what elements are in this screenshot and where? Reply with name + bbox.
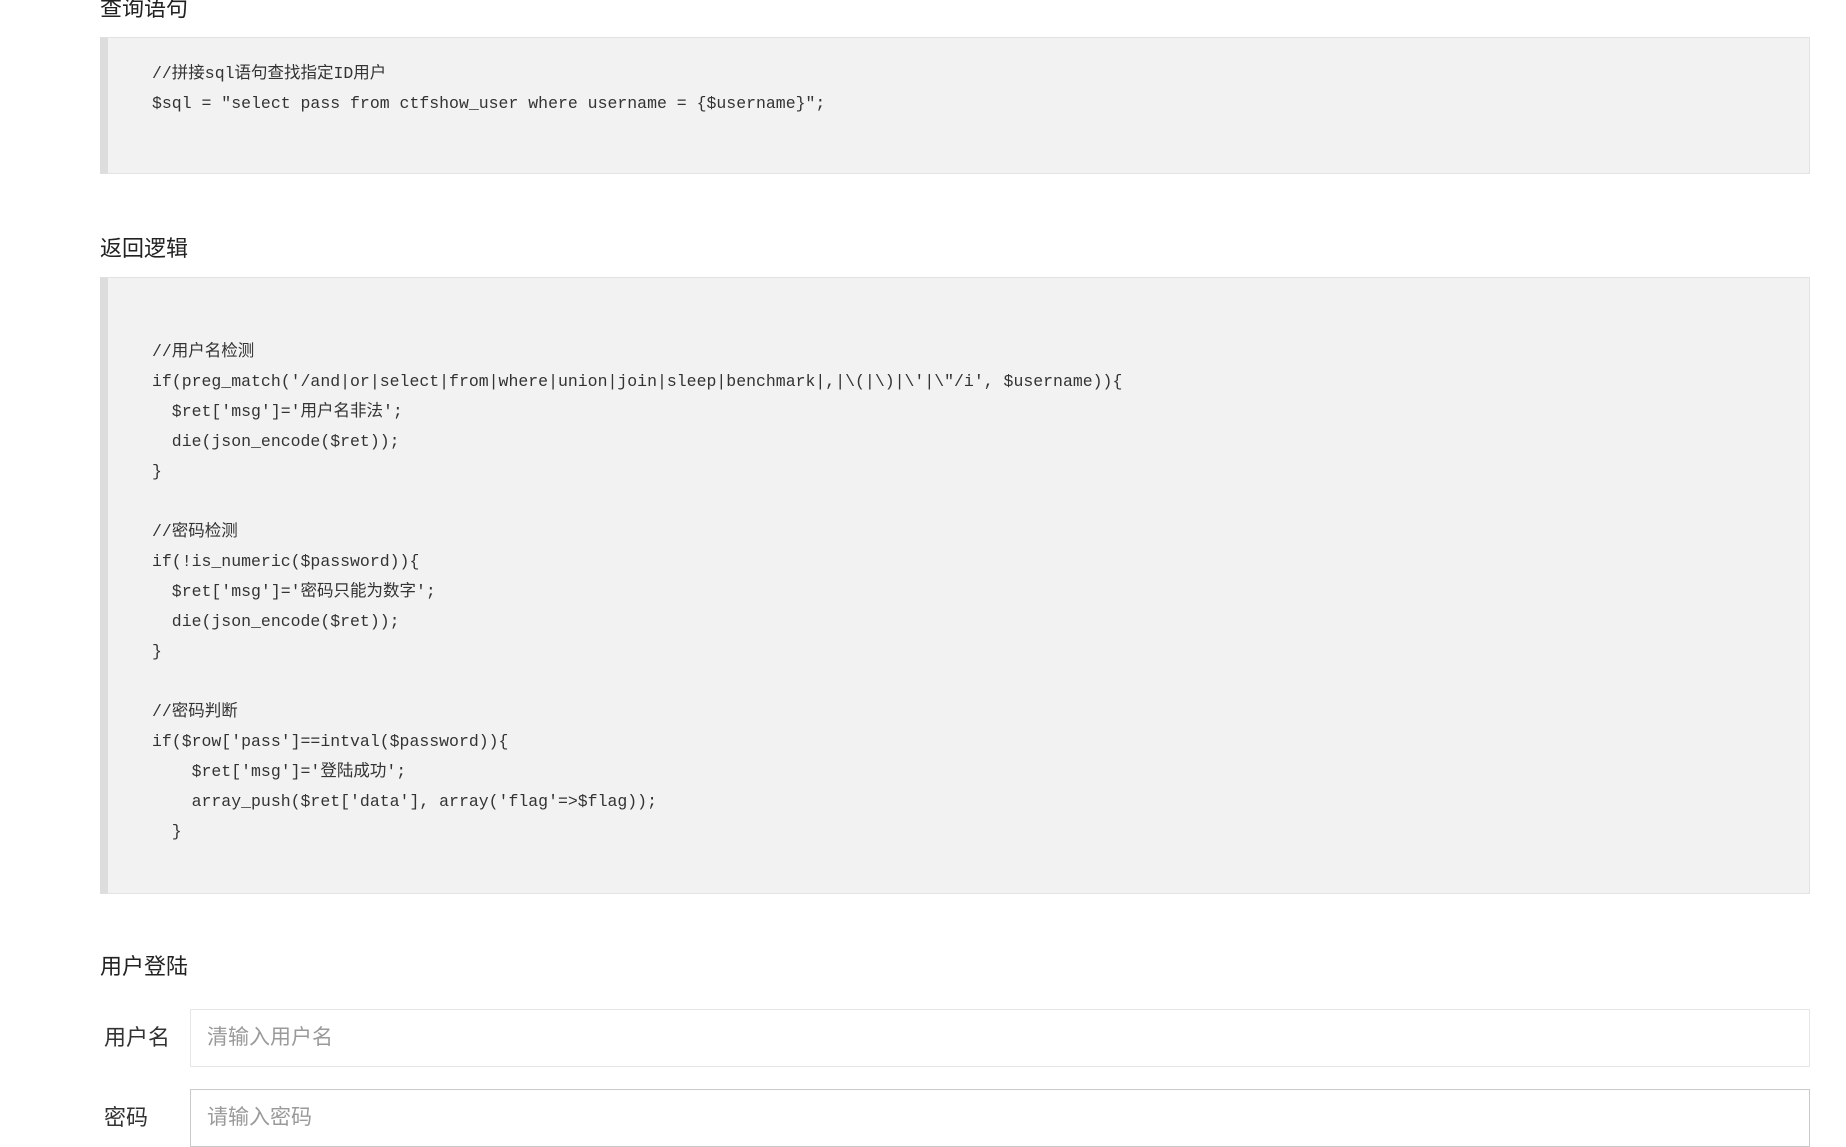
code-line: //密码检测 — [152, 522, 238, 541]
login-section-title: 用户登陆 — [100, 954, 189, 979]
code-line: if(!is_numeric($password)){ — [152, 552, 420, 571]
username-input[interactable] — [190, 1009, 1810, 1067]
code-line: } — [152, 462, 162, 481]
code-line: //拼接sql语句查找指定ID用户 — [152, 64, 387, 83]
password-row: 密码 — [100, 1089, 1810, 1147]
password-input[interactable] — [190, 1089, 1810, 1147]
code-line: $ret['msg']='密码只能为数字'; — [152, 582, 436, 601]
code-line: die(json_encode($ret)); — [152, 432, 400, 451]
code-line: if($row['pass']==intval($password)){ — [152, 732, 509, 751]
code-line: $ret['msg']='登陆成功'; — [152, 762, 407, 781]
code-line: $sql = "select pass from ctfshow_user wh… — [152, 94, 826, 113]
code-line: } — [152, 642, 162, 661]
logic-section-title: 返回逻辑 — [100, 236, 189, 261]
code-line: if(preg_match('/and|or|select|from|where… — [152, 372, 1123, 391]
code-line: //用户名检测 — [152, 342, 255, 361]
code-line: $ret['msg']='用户名非法'; — [152, 402, 403, 421]
code-line: die(json_encode($ret)); — [152, 612, 400, 631]
code-line: //密码判断 — [152, 702, 238, 721]
username-row: 用户名 — [100, 1009, 1810, 1067]
query-section-title: 查询语句 — [100, 0, 189, 21]
code-line: } — [152, 822, 182, 841]
code-line: array_push($ret['data'], array('flag'=>$… — [152, 792, 657, 811]
password-label: 密码 — [104, 1105, 149, 1130]
query-code-block: //拼接sql语句查找指定ID用户 $sql = "select pass fr… — [100, 37, 1810, 174]
logic-code-block: //用户名检测 if(preg_match('/and|or|select|fr… — [100, 277, 1810, 894]
username-label: 用户名 — [104, 1025, 171, 1050]
